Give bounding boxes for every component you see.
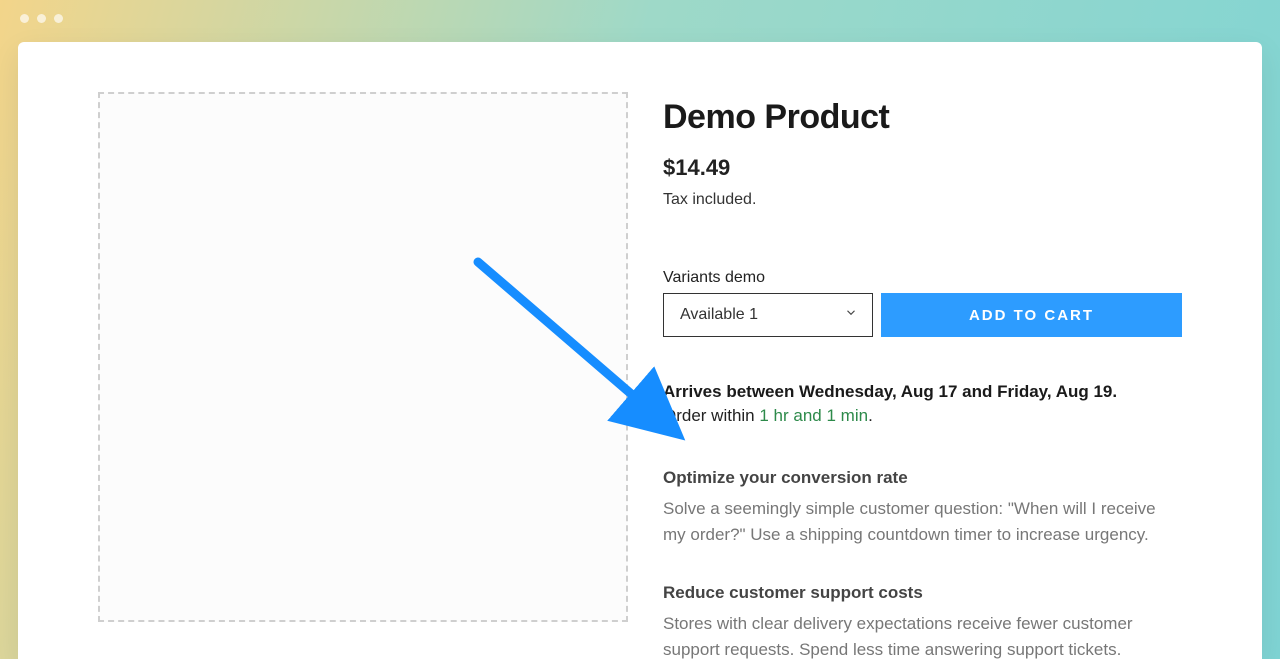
add-to-cart-button[interactable]: ADD TO CART: [881, 293, 1182, 337]
window-traffic-lights: [20, 14, 63, 23]
traffic-light-dot: [54, 14, 63, 23]
order-within-countdown: 1 hr and 1 min: [759, 406, 868, 425]
traffic-light-dot: [37, 14, 46, 23]
tax-note: Tax included.: [663, 191, 1182, 209]
product-details: Demo Product $14.49 Tax included. Varian…: [663, 92, 1182, 659]
browser-window: Demo Product $14.49 Tax included. Varian…: [18, 42, 1262, 659]
feature-heading-1: Optimize your conversion rate: [663, 468, 1182, 488]
variants-select[interactable]: Available 1: [663, 293, 873, 337]
product-title: Demo Product: [663, 98, 1182, 137]
variants-selected-value: Available 1: [680, 306, 758, 324]
product-image-placeholder: [98, 92, 628, 622]
traffic-light-dot: [20, 14, 29, 23]
shipping-arrives-line: Arrives between Wednesday, Aug 17 and Fr…: [663, 382, 1182, 402]
shipping-order-within: Order within 1 hr and 1 min.: [663, 406, 1182, 426]
order-within-suffix: .: [868, 406, 873, 425]
feature-body-1: Solve a seemingly simple customer questi…: [663, 496, 1182, 547]
product-price: $14.49: [663, 155, 1182, 181]
feature-heading-2: Reduce customer support costs: [663, 583, 1182, 603]
order-within-prefix: Order within: [663, 406, 759, 425]
variants-label: Variants demo: [663, 269, 1182, 287]
feature-body-2: Stores with clear delivery expectations …: [663, 611, 1182, 659]
chevron-down-icon: [844, 306, 858, 325]
